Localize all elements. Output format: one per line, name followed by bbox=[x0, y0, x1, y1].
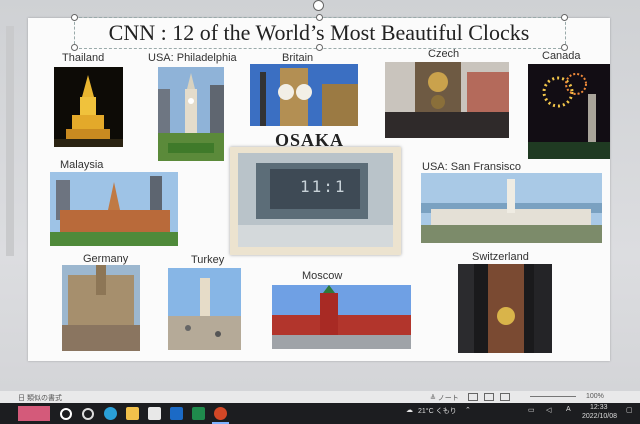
sorter-view-icon[interactable] bbox=[484, 393, 494, 401]
caption-san-fransisco: USA: San Fransisco bbox=[422, 161, 522, 173]
notification-icon[interactable]: ▢ bbox=[626, 406, 633, 414]
caption-moscow: Moscow bbox=[302, 270, 343, 282]
powerpoint-icon[interactable] bbox=[214, 407, 227, 420]
ime-icon[interactable]: A bbox=[566, 406, 571, 413]
caption-britain: Britain bbox=[282, 52, 314, 64]
status-left-text: 日 類似の書式 bbox=[18, 395, 62, 402]
weather-text[interactable]: 21°C くもり bbox=[418, 406, 457, 416]
zoom-level[interactable]: 100% bbox=[586, 393, 604, 400]
slide-title[interactable]: CNN : 12 of the World’s Most Beautiful C… bbox=[74, 18, 564, 48]
city-hall-image bbox=[158, 67, 224, 161]
photo-turkey[interactable] bbox=[168, 268, 241, 350]
start-icon[interactable] bbox=[60, 408, 72, 420]
photo-switzerland[interactable] bbox=[458, 264, 552, 353]
golden-temple-image bbox=[54, 67, 123, 147]
munich-town-hall-image bbox=[62, 265, 140, 351]
network-icon[interactable]: ▭ bbox=[528, 406, 535, 414]
photo-osaka[interactable]: 11:1 bbox=[230, 147, 401, 255]
explorer-icon[interactable] bbox=[126, 407, 139, 420]
wallpaper-thumb bbox=[18, 406, 50, 421]
kremlin-image bbox=[272, 285, 411, 349]
photo-czech[interactable] bbox=[385, 62, 509, 138]
store-icon[interactable] bbox=[148, 407, 161, 420]
zoom-slider[interactable] bbox=[530, 396, 576, 397]
taskbar: ☁ 21°C くもり ⌃ ▭ ◁ A 12:33 2022/10/08 ▢ bbox=[0, 403, 640, 424]
outlook-icon[interactable] bbox=[170, 407, 183, 420]
sultan-abdul-samad-image bbox=[50, 172, 178, 246]
clock-date[interactable]: 2022/10/08 bbox=[582, 413, 617, 420]
photo-moscow[interactable] bbox=[272, 285, 411, 349]
status-bar: 日 類似の書式 ≜ ノート 100% bbox=[0, 391, 640, 403]
left-scrollbar[interactable] bbox=[6, 26, 14, 256]
tray-chevron-icon[interactable]: ⌃ bbox=[465, 406, 471, 414]
notes-button[interactable]: ≜ ノート bbox=[430, 393, 459, 403]
photo-philadelphia[interactable] bbox=[158, 67, 224, 161]
caption-philadelphia: USA: Philadelphia bbox=[148, 52, 237, 64]
ferry-building-image bbox=[421, 173, 602, 243]
rotate-handle-icon[interactable] bbox=[313, 0, 324, 11]
desktop-screen: CNN : 12 of the World’s Most Beautiful C… bbox=[0, 0, 640, 424]
izmir-clock-tower-image bbox=[168, 268, 241, 350]
normal-view-icon[interactable] bbox=[468, 393, 478, 401]
caption-malaysia: Malaysia bbox=[60, 159, 104, 171]
caption-thailand: Thailand bbox=[62, 52, 105, 64]
caption-switzerland: Switzerland bbox=[472, 251, 529, 263]
osaka-clock-digits: 11:1 bbox=[300, 177, 347, 196]
photo-britain[interactable] bbox=[250, 64, 358, 126]
photo-canada[interactable] bbox=[528, 64, 610, 159]
reading-view-icon[interactable] bbox=[500, 393, 510, 401]
weather-cloud-icon[interactable]: ☁ bbox=[406, 406, 413, 414]
photo-san-fransisco[interactable] bbox=[421, 173, 602, 243]
photo-germany[interactable] bbox=[62, 265, 140, 351]
caption-canada: Canada bbox=[542, 50, 581, 62]
caption-czech: Czech bbox=[428, 48, 460, 60]
clock-time[interactable]: 12:33 bbox=[590, 404, 608, 411]
photo-malaysia[interactable] bbox=[50, 172, 178, 246]
caption-turkey: Turkey bbox=[191, 254, 225, 266]
excel-icon[interactable] bbox=[192, 407, 205, 420]
caption-germany: Germany bbox=[83, 253, 129, 265]
search-icon[interactable] bbox=[82, 408, 94, 420]
big-ben-image bbox=[250, 64, 358, 126]
volume-icon[interactable]: ◁ bbox=[546, 406, 551, 414]
edge-icon[interactable] bbox=[104, 407, 117, 420]
zytglogge-image bbox=[458, 264, 552, 353]
photo-thailand[interactable] bbox=[54, 67, 123, 147]
fireworks-clock-image bbox=[528, 64, 610, 159]
astronomical-clock-image bbox=[385, 62, 509, 138]
osaka-station-clock-image bbox=[230, 147, 401, 255]
